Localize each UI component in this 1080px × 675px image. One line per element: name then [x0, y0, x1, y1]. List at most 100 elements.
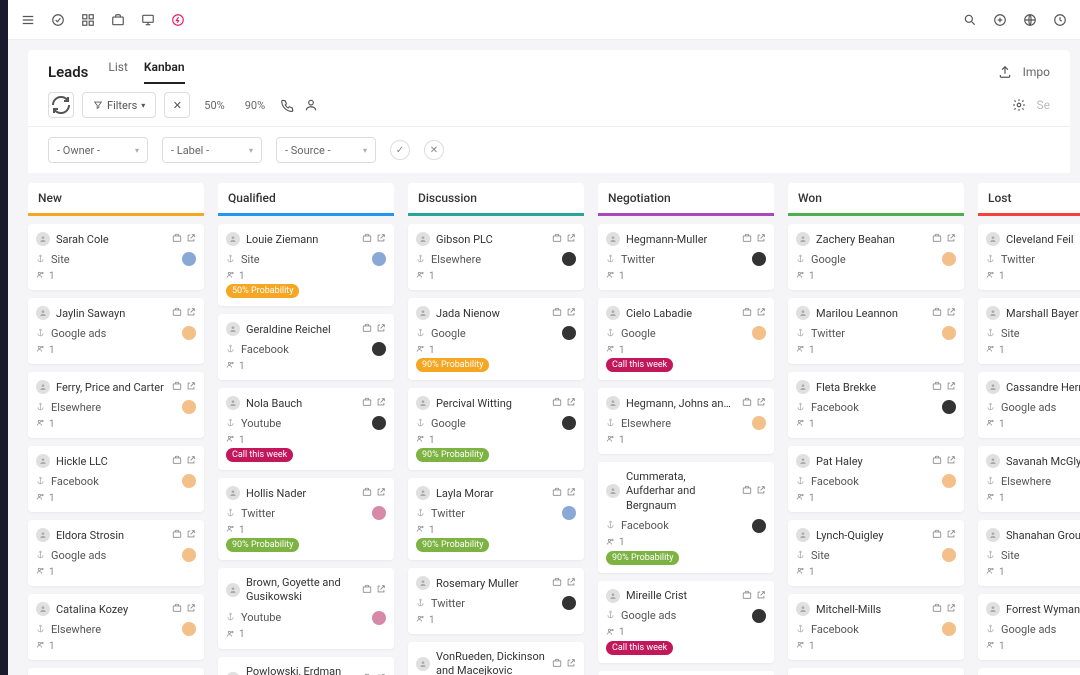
- lead-card[interactable]: Lynch-Quigley Site 1: [788, 520, 964, 586]
- lead-card[interactable]: Hegmann, Johns and Ankunding Elsewhere 1: [598, 388, 774, 454]
- search-icon[interactable]: [962, 12, 978, 28]
- briefcase-icon[interactable]: [742, 484, 752, 498]
- lead-card[interactable]: Eldora Strosin Google ads 1: [28, 520, 204, 586]
- lead-card[interactable]: Hollis Nader Twitter 1 90% Probability: [218, 478, 394, 560]
- briefcase-icon[interactable]: [362, 322, 372, 336]
- briefcase-icon[interactable]: [362, 486, 372, 500]
- source-select[interactable]: - Source -: [276, 137, 376, 163]
- briefcase-icon[interactable]: [932, 528, 942, 542]
- external-link-icon[interactable]: [186, 232, 196, 246]
- lead-card[interactable]: Hickle LLC Facebook 1: [28, 446, 204, 512]
- assignee-avatar[interactable]: [182, 326, 196, 340]
- lead-card[interactable]: Nola Bauch Youtube 1 Call this week: [218, 388, 394, 470]
- assignee-avatar[interactable]: [942, 252, 956, 266]
- external-link-icon[interactable]: [186, 454, 196, 468]
- briefcase-icon[interactable]: [742, 232, 752, 246]
- lead-card[interactable]: Kayden Dickinson: [28, 668, 204, 675]
- lead-card[interactable]: Pat Haley Facebook 1: [788, 446, 964, 512]
- external-link-icon[interactable]: [376, 322, 386, 336]
- assignee-avatar[interactable]: [182, 622, 196, 636]
- lead-card[interactable]: VonRueden, Dickinson and Macejkovic Twit…: [408, 642, 584, 675]
- menu-icon[interactable]: [20, 12, 36, 28]
- lead-card[interactable]: Percival Witting Google 1 90% Probabilit…: [408, 388, 584, 470]
- tab-list[interactable]: List: [108, 60, 128, 84]
- briefcase-icon[interactable]: [172, 602, 182, 616]
- label-select[interactable]: - Label -: [162, 137, 262, 163]
- assignee-avatar[interactable]: [942, 622, 956, 636]
- briefcase-icon[interactable]: [932, 454, 942, 468]
- external-link-icon[interactable]: [376, 232, 386, 246]
- clear-filter-button[interactable]: ✕: [164, 92, 190, 118]
- lead-card[interactable]: Layla Morar Twitter 1 90% Probability: [408, 478, 584, 560]
- lead-card[interactable]: Gibson PLC Elsewhere 1: [408, 224, 584, 290]
- assignee-avatar[interactable]: [372, 252, 386, 266]
- briefcase-icon[interactable]: [362, 583, 372, 597]
- assignee-avatar[interactable]: [942, 548, 956, 562]
- assignee-avatar[interactable]: [182, 252, 196, 266]
- external-link-icon[interactable]: [566, 396, 576, 410]
- lead-card[interactable]: Brown, Goyette and Gusikowski Youtube 1: [218, 568, 394, 649]
- gear-icon[interactable]: [1011, 97, 1027, 113]
- assignee-avatar[interactable]: [372, 611, 386, 625]
- external-link-icon[interactable]: [376, 583, 386, 597]
- lead-card[interactable]: Rosemary Muller Twitter 1: [408, 568, 584, 634]
- assignee-avatar[interactable]: [752, 326, 766, 340]
- assignee-avatar[interactable]: [182, 474, 196, 488]
- lead-card[interactable]: Cummerata, Aufderhar and Bergnaum Facebo…: [598, 462, 774, 573]
- assignee-avatar[interactable]: [182, 400, 196, 414]
- lead-card[interactable]: Forrest Wyman Google ads 1: [978, 594, 1080, 660]
- plus-circle-icon[interactable]: [992, 12, 1008, 28]
- phone-icon[interactable]: [279, 97, 295, 113]
- external-link-icon[interactable]: [376, 486, 386, 500]
- assignee-avatar[interactable]: [372, 416, 386, 430]
- import-button[interactable]: Impo: [1023, 65, 1050, 79]
- lead-card[interactable]: Marshall Bayer Site 1: [978, 298, 1080, 364]
- external-link-icon[interactable]: [946, 306, 956, 320]
- briefcase-icon[interactable]: [172, 454, 182, 468]
- external-link-icon[interactable]: [186, 306, 196, 320]
- external-link-icon[interactable]: [946, 528, 956, 542]
- assignee-avatar[interactable]: [752, 609, 766, 623]
- user-icon[interactable]: [303, 97, 319, 113]
- briefcase-icon[interactable]: [362, 232, 372, 246]
- assignee-avatar[interactable]: [182, 548, 196, 562]
- external-link-icon[interactable]: [566, 657, 576, 671]
- external-link-icon[interactable]: [946, 602, 956, 616]
- external-link-icon[interactable]: [946, 232, 956, 246]
- external-link-icon[interactable]: [566, 232, 576, 246]
- assignee-avatar[interactable]: [562, 252, 576, 266]
- search-input[interactable]: Se: [1037, 98, 1051, 112]
- grid-icon[interactable]: [80, 12, 96, 28]
- reset-filter-icon[interactable]: ✕: [424, 140, 444, 160]
- lead-card[interactable]: Erin Bahringer: [978, 668, 1080, 675]
- assignee-avatar[interactable]: [942, 400, 956, 414]
- filters-button[interactable]: Filters ▾: [82, 92, 156, 118]
- briefcase-icon[interactable]: [742, 396, 752, 410]
- briefcase-icon[interactable]: [110, 12, 126, 28]
- globe-icon[interactable]: [1022, 12, 1038, 28]
- lead-card[interactable]: Sarah Cole Site 1: [28, 224, 204, 290]
- lead-card[interactable]: Mireille Crist Google ads 1 Call this we…: [598, 581, 774, 663]
- briefcase-icon[interactable]: [172, 528, 182, 542]
- lead-card[interactable]: Cleveland Feil Twitter 1: [978, 224, 1080, 290]
- clock-icon[interactable]: [1052, 12, 1068, 28]
- lead-card[interactable]: Hegmann-Muller Twitter 1: [598, 224, 774, 290]
- lead-card[interactable]: Cassandre Herman Google ads 1: [978, 372, 1080, 438]
- assignee-avatar[interactable]: [752, 252, 766, 266]
- quick-filter-90[interactable]: 90%: [239, 99, 271, 112]
- external-link-icon[interactable]: [946, 380, 956, 394]
- briefcase-icon[interactable]: [552, 306, 562, 320]
- briefcase-icon[interactable]: [552, 396, 562, 410]
- briefcase-icon[interactable]: [552, 657, 562, 671]
- external-link-icon[interactable]: [756, 589, 766, 603]
- assignee-avatar[interactable]: [562, 416, 576, 430]
- external-link-icon[interactable]: [186, 380, 196, 394]
- briefcase-icon[interactable]: [932, 602, 942, 616]
- external-link-icon[interactable]: [186, 528, 196, 542]
- check-circle-icon[interactable]: [50, 12, 66, 28]
- briefcase-icon[interactable]: [932, 306, 942, 320]
- briefcase-icon[interactable]: [552, 576, 562, 590]
- upload-icon[interactable]: [997, 64, 1013, 80]
- assignee-avatar[interactable]: [372, 506, 386, 520]
- monitor-icon[interactable]: [140, 12, 156, 28]
